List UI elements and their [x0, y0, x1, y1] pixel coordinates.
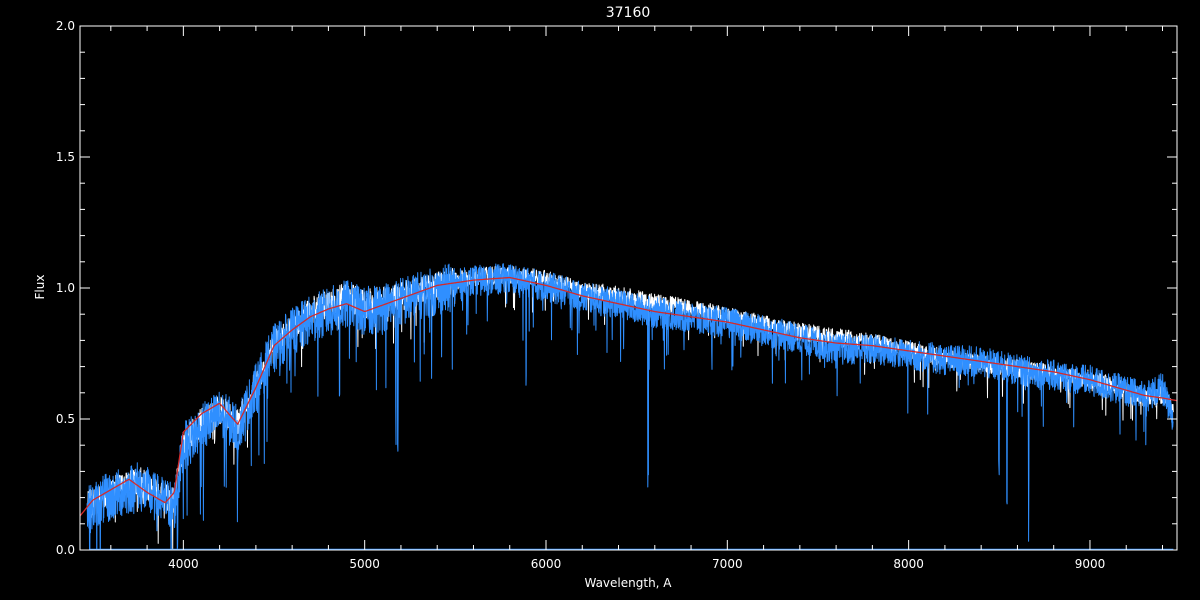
x-tick-label: 5000 [349, 557, 380, 571]
chart-figure: 4000 5000 6000 7000 8000 9000 0.0 0.5 1.0 1.5 2.0 … [0, 0, 1200, 600]
x-tick-label: 4000 [168, 557, 199, 571]
y-tick-label: 0.5 [56, 412, 75, 426]
chart-title: 37160 [606, 5, 651, 21]
y-tick-label: 1.5 [56, 150, 75, 164]
x-tick-label: 8000 [893, 557, 924, 571]
x-tick-label: 6000 [531, 557, 562, 571]
y-tick-label: 2.0 [56, 19, 75, 33]
y-tick-label: 0.0 [56, 543, 75, 557]
y-axis-label: Flux [33, 275, 47, 300]
spectrum-chart: 4000 5000 6000 7000 8000 90000.00.51.01.52.0 … [0, 0, 1200, 600]
y-tick-label: 1.0 [56, 281, 75, 295]
x-tick-label: 9000 [1075, 557, 1106, 571]
x-axis-label: Wavelength, A [584, 576, 672, 590]
x-tick-label: 7000 [712, 557, 743, 571]
